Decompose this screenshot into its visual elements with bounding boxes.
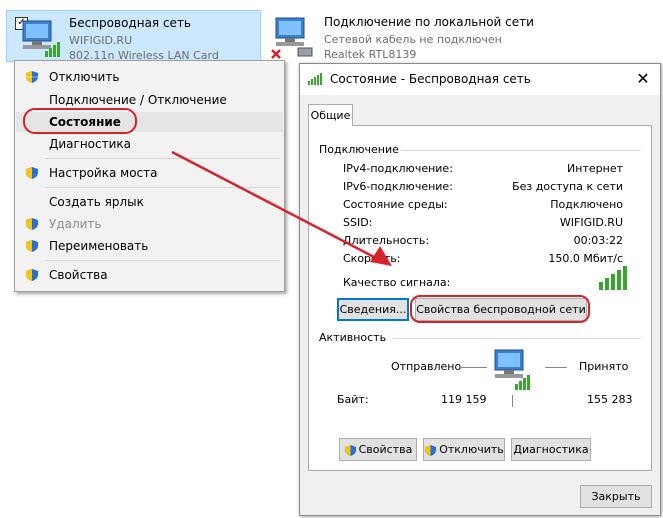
tab-general[interactable]: Общие — [308, 104, 353, 126]
annotation-arrow — [171, 150, 392, 266]
